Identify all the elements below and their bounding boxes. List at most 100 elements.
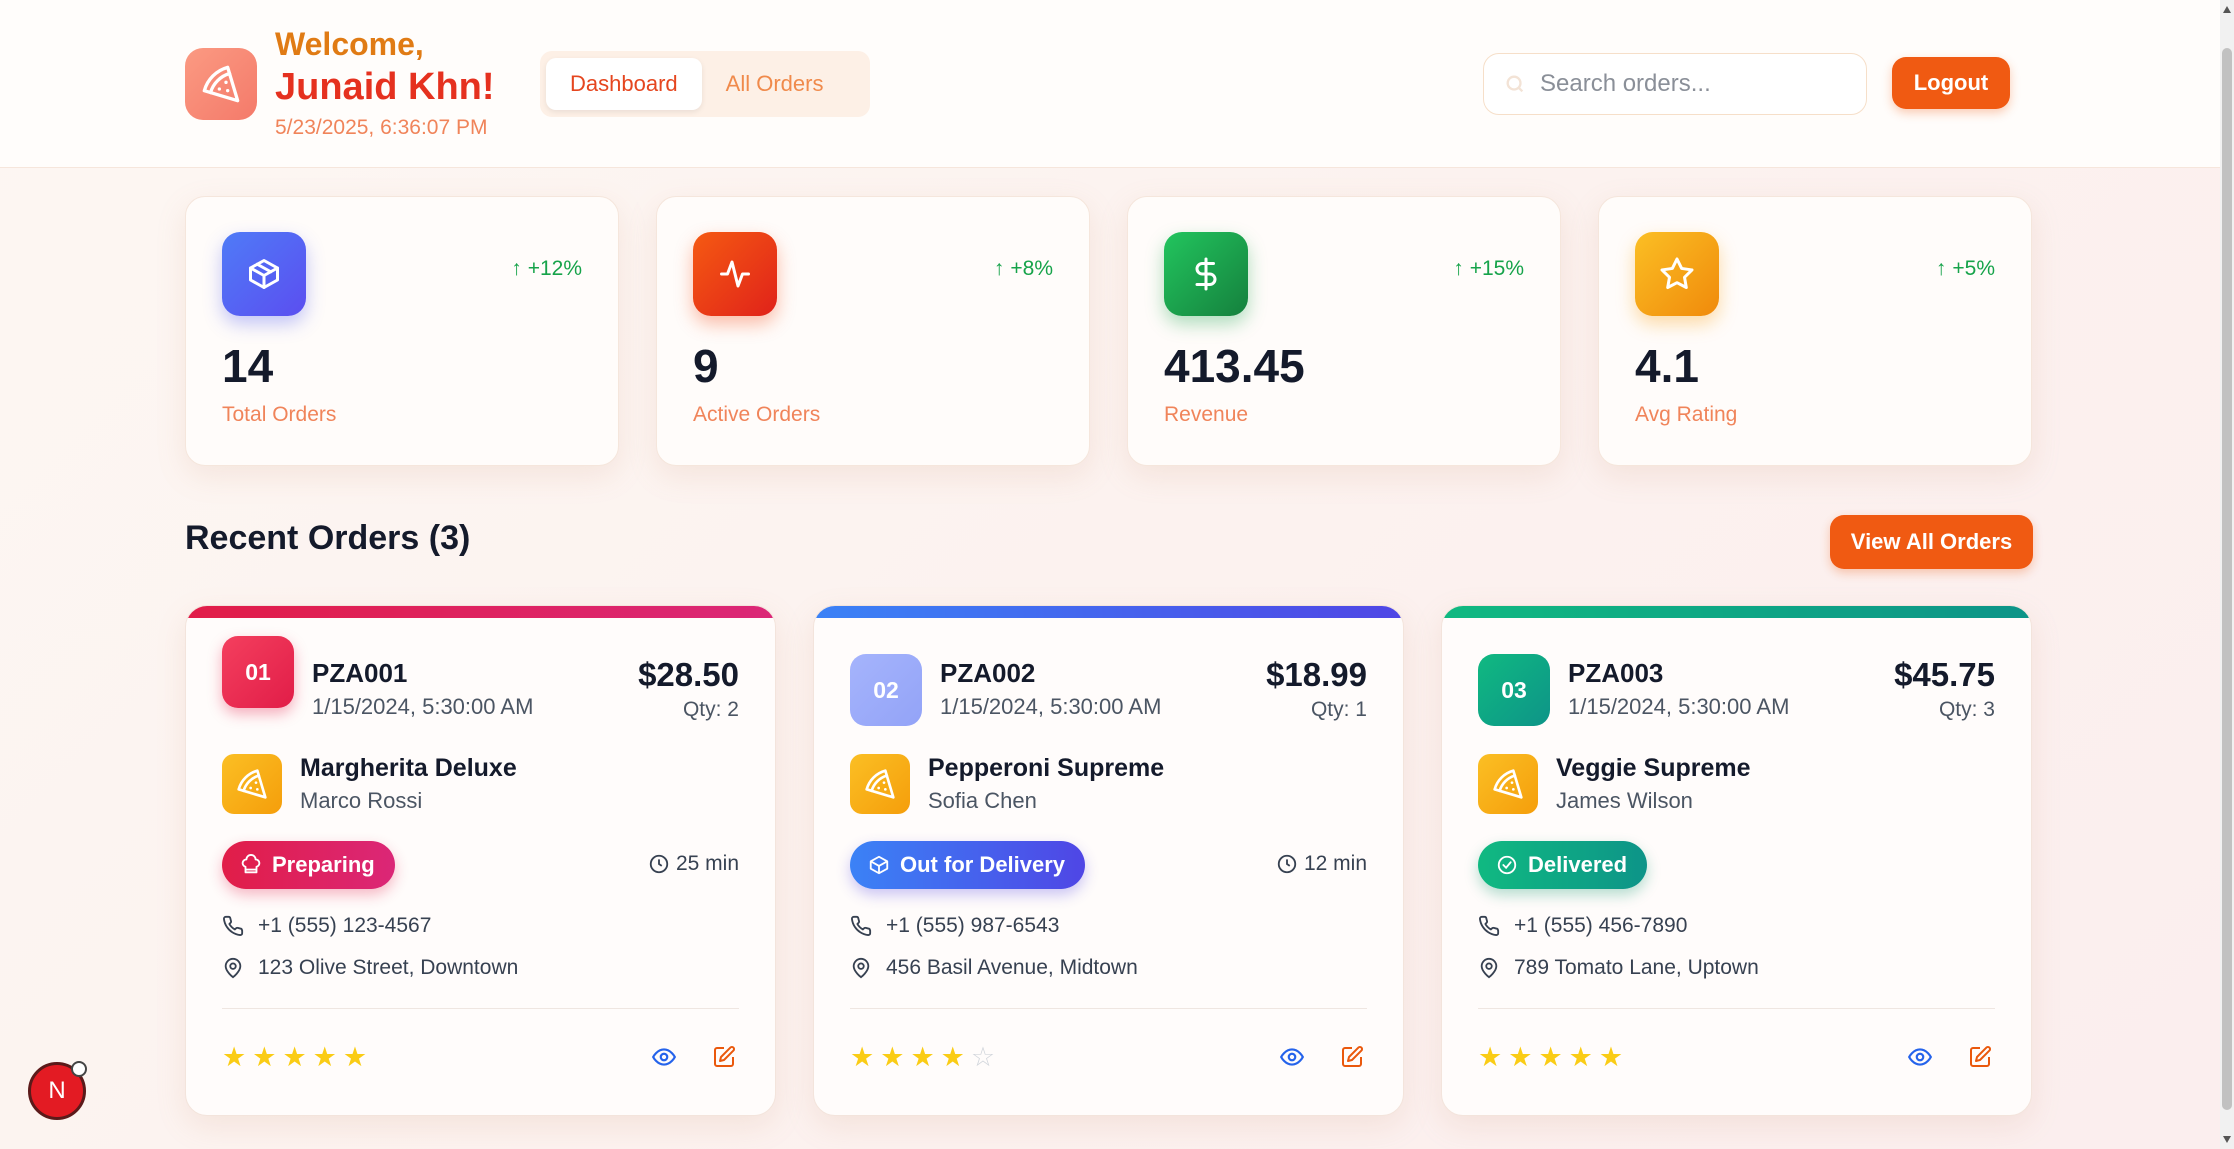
pizza-name: Pepperoni Supreme [928, 754, 1165, 782]
map-pin-icon [852, 957, 870, 979]
dollar-icon-box [1164, 232, 1248, 316]
star-icon [1660, 257, 1694, 289]
star-filled-icon: ★ [222, 1042, 247, 1072]
customer-phone: +1 (555) 123-4567 [222, 914, 431, 938]
stat-value: 14 [222, 340, 274, 392]
pizza-icon-box [850, 754, 910, 814]
map-pin-icon [224, 957, 242, 979]
dev-tools-badge[interactable]: N [28, 1061, 87, 1120]
order-actions [1905, 1042, 1995, 1072]
order-accent-bar [1442, 606, 2031, 618]
pizza-icon [865, 769, 895, 799]
stat-trend: ↑ +5% [1935, 257, 1995, 280]
page-scrollbar[interactable] [2220, 0, 2234, 1149]
order-actions [1277, 1042, 1367, 1072]
logout-button[interactable]: Logout [1892, 57, 2010, 109]
stat-label: Revenue [1164, 403, 1249, 426]
order-card: 01 PZA001 1/15/2024, 5:30:00 AM $28.50 Q… [185, 605, 776, 1116]
phone-icon [1479, 915, 1500, 936]
customer-phone: +1 (555) 987-6543 [850, 914, 1059, 938]
package-icon [869, 855, 889, 875]
customer-name: Sofia Chen [928, 788, 1037, 813]
eta-time: 12 min [1276, 852, 1367, 876]
stat-card-total-orders: ↑ +12% 14 Total Orders [185, 196, 619, 466]
star-filled-icon: ★ [1538, 1042, 1563, 1072]
status-badge: Preparing [222, 841, 395, 889]
scrollbar-thumb[interactable] [2222, 48, 2232, 1110]
phone-icon [851, 915, 872, 936]
tab-all-orders[interactable]: All Orders [702, 58, 848, 110]
view-order-button[interactable] [1277, 1042, 1307, 1072]
edit-icon [1342, 1046, 1363, 1067]
edit-icon [714, 1046, 735, 1067]
star-filled-icon: ★ [880, 1042, 905, 1072]
arrow-up-icon: ↑ [511, 257, 522, 280]
star-icon-box [1635, 232, 1719, 316]
delivery-address: 123 Olive Street, Downtown [222, 956, 518, 980]
pizza-icon [1493, 769, 1523, 799]
order-number-badge: 01 [222, 636, 294, 708]
stat-value: 9 [693, 340, 719, 392]
stat-trend: ↑ +12% [511, 257, 582, 280]
star-filled-icon: ★ [282, 1042, 307, 1072]
customer-phone: +1 (555) 456-7890 [1478, 914, 1687, 938]
divider [850, 1008, 1367, 1009]
rating-stars: ★ ★ ★ ★ ★ [1478, 1044, 1623, 1071]
star-empty-icon: ☆ [970, 1042, 996, 1072]
status-badge: Out for Delivery [850, 841, 1086, 889]
edit-order-button[interactable] [1965, 1042, 1995, 1072]
order-number-badge: 02 [850, 654, 922, 726]
view-all-orders-button[interactable]: View All Orders [1830, 515, 2033, 569]
eta-time: 25 min [648, 852, 739, 876]
tab-dashboard[interactable]: Dashboard [546, 58, 702, 110]
view-order-button[interactable] [1905, 1042, 1935, 1072]
star-filled-icon: ★ [1508, 1042, 1533, 1072]
arrow-up-icon: ↑ [1453, 257, 1464, 280]
stat-label: Avg Rating [1635, 403, 1738, 426]
current-datetime: 5/23/2025, 6:36:07 PM [275, 116, 488, 139]
order-id: PZA002 [940, 658, 1036, 688]
delivery-address: 456 Basil Avenue, Midtown [850, 956, 1138, 980]
activity-icon-box [693, 232, 777, 316]
dollar-icon [1195, 257, 1217, 291]
eye-icon [1279, 1048, 1305, 1066]
pizza-name: Margherita Deluxe [300, 754, 517, 782]
star-filled-icon: ★ [252, 1042, 277, 1072]
order-accent-bar [186, 606, 775, 618]
order-date: 1/15/2024, 5:30:00 AM [312, 694, 534, 719]
order-date: 1/15/2024, 5:30:00 AM [940, 694, 1162, 719]
welcome-text: Welcome, [275, 26, 424, 62]
pizza-icon-box [222, 754, 282, 814]
edit-order-button[interactable] [709, 1042, 739, 1072]
star-filled-icon: ★ [910, 1042, 935, 1072]
order-card: 02 PZA002 1/15/2024, 5:30:00 AM $18.99 Q… [813, 605, 1404, 1116]
pizza-icon [202, 65, 240, 103]
order-actions [649, 1042, 739, 1072]
search-input[interactable] [1540, 70, 1840, 98]
stat-label: Active Orders [693, 403, 821, 426]
edit-order-button[interactable] [1337, 1042, 1367, 1072]
order-qty: Qty: 2 [682, 698, 739, 721]
star-filled-icon: ★ [850, 1042, 875, 1072]
order-price: $28.50 [638, 656, 739, 693]
stat-label: Total Orders [222, 403, 337, 426]
order-accent-bar [814, 606, 1403, 618]
rating-stars: ★ ★ ★ ★ ★ [222, 1044, 367, 1071]
scroll-up-arrow-icon[interactable] [2223, 6, 2231, 13]
order-price: $45.75 [1894, 656, 1995, 693]
scroll-down-arrow-icon[interactable] [2223, 1136, 2231, 1143]
order-price: $18.99 [1266, 656, 1367, 693]
package-icon-box [222, 232, 306, 316]
view-order-button[interactable] [649, 1042, 679, 1072]
check-circle-icon [1497, 855, 1517, 875]
clock-icon [649, 854, 669, 874]
recent-orders-title: Recent Orders (3) [185, 519, 471, 557]
star-filled-icon: ★ [1598, 1042, 1624, 1072]
activity-icon [720, 260, 750, 288]
star-filled-icon: ★ [312, 1042, 337, 1072]
divider [1478, 1008, 1995, 1009]
eye-icon [1907, 1048, 1933, 1066]
stat-card-active-orders: ↑ +8% 9 Active Orders [656, 196, 1090, 466]
search-box[interactable] [1483, 53, 1867, 115]
map-pin-icon [1480, 957, 1498, 979]
